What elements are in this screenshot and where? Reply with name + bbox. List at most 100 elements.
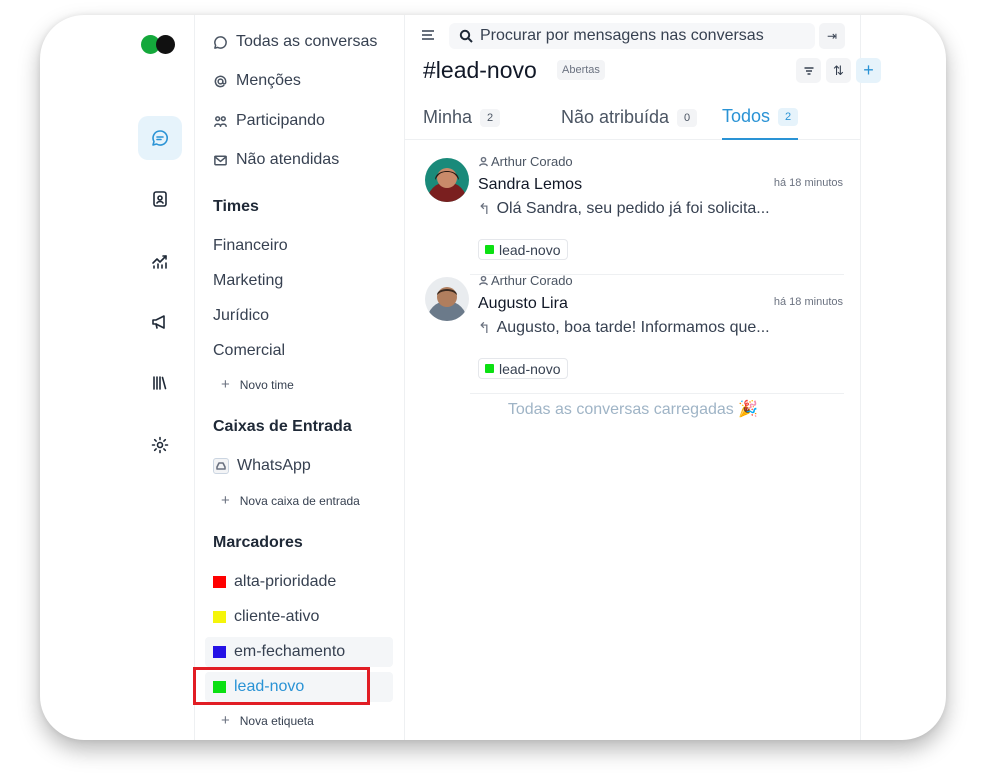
nav-all-conversations-label: Todas as conversas — [236, 33, 378, 50]
label-item-em-fechamento[interactable]: em-fechamento — [205, 637, 393, 667]
chat-bubble-icon — [152, 130, 168, 146]
plus-icon: + — [221, 376, 230, 393]
plus-icon: + — [221, 492, 230, 509]
collapse-panel-button[interactable]: ⇥ — [819, 23, 845, 49]
reply-arrow-icon: ↰ — [478, 320, 491, 337]
chart-trend-icon — [152, 255, 167, 269]
label-tag-text: lead-novo — [499, 360, 561, 377]
conversation-timestamp: há 18 minutos — [773, 177, 843, 189]
inbox-icon — [213, 458, 229, 474]
user-icon — [479, 275, 488, 286]
nav-unattended[interactable]: Não atendidas — [213, 146, 339, 174]
new-inbox-button[interactable]: + Nova caixa de entrada — [221, 492, 360, 509]
icon-rail — [40, 15, 195, 740]
new-label-button[interactable]: + Nova etiqueta — [221, 712, 314, 729]
label-item-name: cliente-ativo — [234, 608, 320, 625]
conversation-item[interactable]: Arthur Corado Augusto Lira há 18 minutos… — [405, 268, 861, 386]
search-bar[interactable] — [449, 23, 815, 49]
search-icon — [459, 29, 473, 43]
nav-participating[interactable]: Participando — [213, 107, 325, 135]
app-logo — [141, 34, 179, 54]
tab-label: Minha — [423, 107, 473, 127]
assignee-name: Arthur Corado — [491, 154, 573, 169]
new-inbox-label: Nova caixa de entrada — [239, 493, 360, 508]
label-color-swatch — [213, 646, 226, 658]
plus-icon: + — [221, 712, 230, 729]
label-tag-text: lead-novo — [499, 241, 561, 258]
tab-count-badge: 0 — [677, 108, 698, 127]
tab-unassigned[interactable]: Não atribuída 0 — [561, 95, 698, 140]
conversation-assignee: Arthur Corado — [478, 273, 573, 288]
assignee-name: Arthur Corado — [491, 273, 573, 288]
list-topbar: ⇥ — [421, 23, 845, 49]
team-item[interactable]: Marketing — [213, 272, 283, 290]
arrow-right-bar-icon: ⇥ — [826, 29, 838, 43]
conversation-item[interactable]: Arthur Corado Sandra Lemos há 18 minutos… — [405, 149, 861, 267]
conversation-list-panel: ⇥ #lead-novo Abertas ⇅ + Minha 2 Não atr… — [405, 15, 881, 740]
label-color-swatch — [485, 245, 494, 254]
label-color-swatch — [213, 611, 226, 623]
tab-mine[interactable]: Minha 2 — [423, 95, 501, 140]
library-rail-button[interactable] — [138, 361, 182, 405]
contacts-rail-button[interactable] — [138, 177, 182, 221]
teams-section-title: Times — [213, 198, 259, 215]
plus-icon: + — [863, 60, 874, 80]
sort-button[interactable]: ⇅ — [826, 58, 851, 83]
inbox-item-label: WhatsApp — [237, 457, 311, 474]
nav-mentions[interactable]: Menções — [213, 67, 301, 95]
page-title: #lead-novo — [423, 57, 537, 83]
team-item[interactable]: Comercial — [213, 342, 285, 360]
settings-rail-button[interactable] — [138, 423, 182, 467]
tab-count-badge: 2 — [778, 107, 799, 126]
filter-icon — [804, 66, 813, 75]
conversation-sidebar: Todas as conversas Menções Participando … — [195, 15, 405, 740]
nav-all-conversations[interactable]: Todas as conversas — [213, 28, 377, 56]
nav-mentions-label: Menções — [236, 72, 301, 89]
conversation-label-tag: lead-novo — [478, 239, 568, 260]
reply-arrow-icon: ↰ — [478, 201, 491, 218]
avatar — [425, 158, 469, 202]
conversation-last-message: ↰ Olá Sandra, seu pedido já foi solicita… — [478, 200, 778, 218]
library-icon — [153, 376, 167, 390]
app-window: Todas as conversas Menções Participando … — [40, 15, 946, 740]
people-group-icon — [214, 115, 227, 127]
all-loaded-message: Todas as conversas carregadas 🎉 — [507, 401, 759, 418]
nav-participating-label: Participando — [236, 112, 325, 129]
contact-name: Augusto Lira — [478, 295, 568, 312]
label-item-name: alta-prioridade — [234, 573, 337, 590]
conversation-label-tag: lead-novo — [478, 358, 568, 379]
search-input[interactable] — [480, 27, 800, 45]
label-item-cliente-ativo[interactable]: cliente-ativo — [205, 602, 393, 632]
megaphone-icon — [152, 315, 165, 329]
label-item-name: em-fechamento — [234, 643, 346, 660]
at-sign-icon — [214, 75, 227, 87]
mail-icon — [214, 155, 227, 165]
hamburger-menu-icon[interactable] — [421, 28, 435, 42]
inbox-item-whatsapp[interactable]: WhatsApp — [213, 452, 311, 480]
campaigns-rail-button[interactable] — [138, 300, 182, 344]
filter-button[interactable] — [796, 58, 821, 83]
user-icon — [479, 156, 488, 167]
labels-section-title: Marcadores — [213, 534, 303, 551]
new-team-label: Novo time — [239, 377, 294, 392]
tab-count-badge: 2 — [480, 108, 501, 127]
conversation-timestamp: há 18 minutos — [773, 296, 843, 308]
reports-rail-button[interactable] — [138, 239, 182, 283]
label-color-swatch — [485, 364, 494, 373]
assignee-tabs: Minha 2 Não atribuída 0 Todos 2 — [405, 95, 861, 140]
team-item[interactable]: Jurídico — [213, 307, 269, 325]
label-color-swatch — [213, 576, 226, 588]
team-item[interactable]: Financeiro — [213, 237, 288, 255]
contact-name: Sandra Lemos — [478, 176, 583, 193]
label-item-alta-prioridade[interactable]: alta-prioridade — [205, 567, 393, 597]
tab-all[interactable]: Todos 2 — [722, 95, 799, 140]
chat-bubble-icon — [214, 35, 227, 49]
status-badge[interactable]: Abertas — [557, 60, 605, 80]
sort-arrows-icon: ⇅ — [833, 62, 844, 78]
new-conversation-button[interactable]: + — [856, 58, 881, 83]
conversations-rail-button[interactable] — [138, 116, 182, 160]
conversation-assignee: Arthur Corado — [478, 154, 573, 169]
divider — [470, 393, 844, 394]
tab-label: Todos — [722, 106, 771, 126]
new-team-button[interactable]: + Novo time — [221, 376, 294, 393]
